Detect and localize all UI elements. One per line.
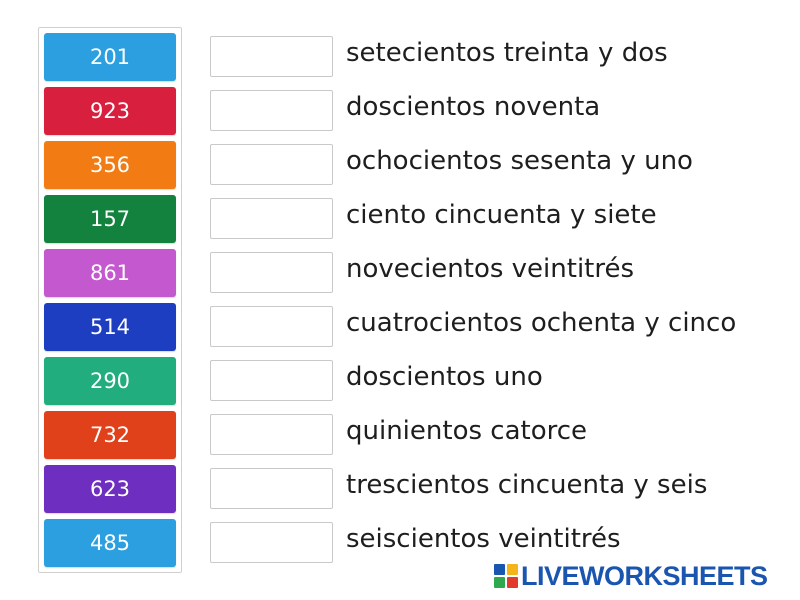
number-phrase: cuatrocientos ochenta y cinco — [346, 308, 737, 338]
answer-drop-box[interactable] — [210, 90, 333, 131]
number-phrase: trescientos cincuenta y seis — [346, 470, 708, 500]
number-phrase: seiscientos veintitrés — [346, 524, 621, 554]
number-tile[interactable]: 861 — [44, 249, 176, 297]
answer-drop-box[interactable] — [210, 414, 333, 455]
answer-drop-box[interactable] — [210, 468, 333, 509]
number-tile[interactable]: 623 — [44, 465, 176, 513]
number-phrase: setecientos treinta y dos — [346, 38, 668, 68]
number-phrase: quinientos catorce — [346, 416, 588, 446]
number-phrase: ciento cincuenta y siete — [346, 200, 657, 230]
number-phrase: novecientos veintitrés — [346, 254, 635, 284]
number-tile[interactable]: 201 — [44, 33, 176, 81]
brand-wordmark: LIVEWORKSHEETS — [521, 561, 768, 591]
answer-drop-box[interactable] — [210, 522, 333, 563]
answer-drop-box[interactable] — [210, 306, 333, 347]
answer-drop-box[interactable] — [210, 360, 333, 401]
number-tile[interactable]: 157 — [44, 195, 176, 243]
liveworksheets-logo-icon — [494, 564, 518, 588]
number-phrase: doscientos uno — [346, 362, 543, 392]
answer-drop-box[interactable] — [210, 144, 333, 185]
number-tile[interactable]: 514 — [44, 303, 176, 351]
number-tile[interactable]: 732 — [44, 411, 176, 459]
number-tile[interactable]: 356 — [44, 141, 176, 189]
number-phrase: doscientos noventa — [346, 92, 601, 122]
number-tile[interactable]: 290 — [44, 357, 176, 405]
number-tile[interactable]: 485 — [44, 519, 176, 567]
answer-drop-box[interactable] — [210, 252, 333, 293]
liveworksheets-brand: LIVEWORKSHEETS — [494, 562, 768, 590]
answer-drop-box[interactable] — [210, 36, 333, 77]
number-tile[interactable]: 923 — [44, 87, 176, 135]
answer-drop-box[interactable] — [210, 198, 333, 239]
number-phrase: ochocientos sesenta y uno — [346, 146, 693, 176]
